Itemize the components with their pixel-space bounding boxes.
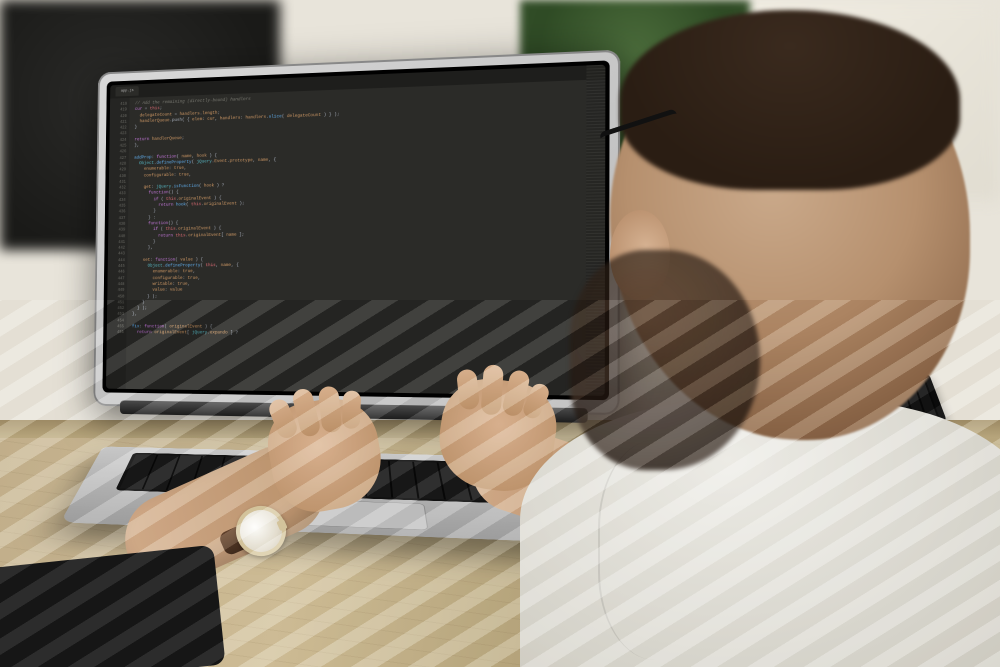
editor-tab[interactable]: app.js: [115, 86, 139, 96]
photo-scene: app.js 418419420421422423424425426427428…: [0, 0, 1000, 667]
finger: [342, 390, 361, 429]
beard: [570, 250, 760, 470]
shirt-seam: [598, 440, 740, 660]
tablet-corner: [0, 545, 226, 667]
laptop-lid: app.js 418419420421422423424425426427428…: [93, 50, 620, 416]
finger: [481, 364, 504, 415]
code-editor-screen: app.js 418419420421422423424425426427428…: [106, 65, 605, 396]
code-area[interactable]: // Add the remaining (directly-bound) ha…: [126, 65, 587, 395]
hair: [620, 10, 960, 190]
